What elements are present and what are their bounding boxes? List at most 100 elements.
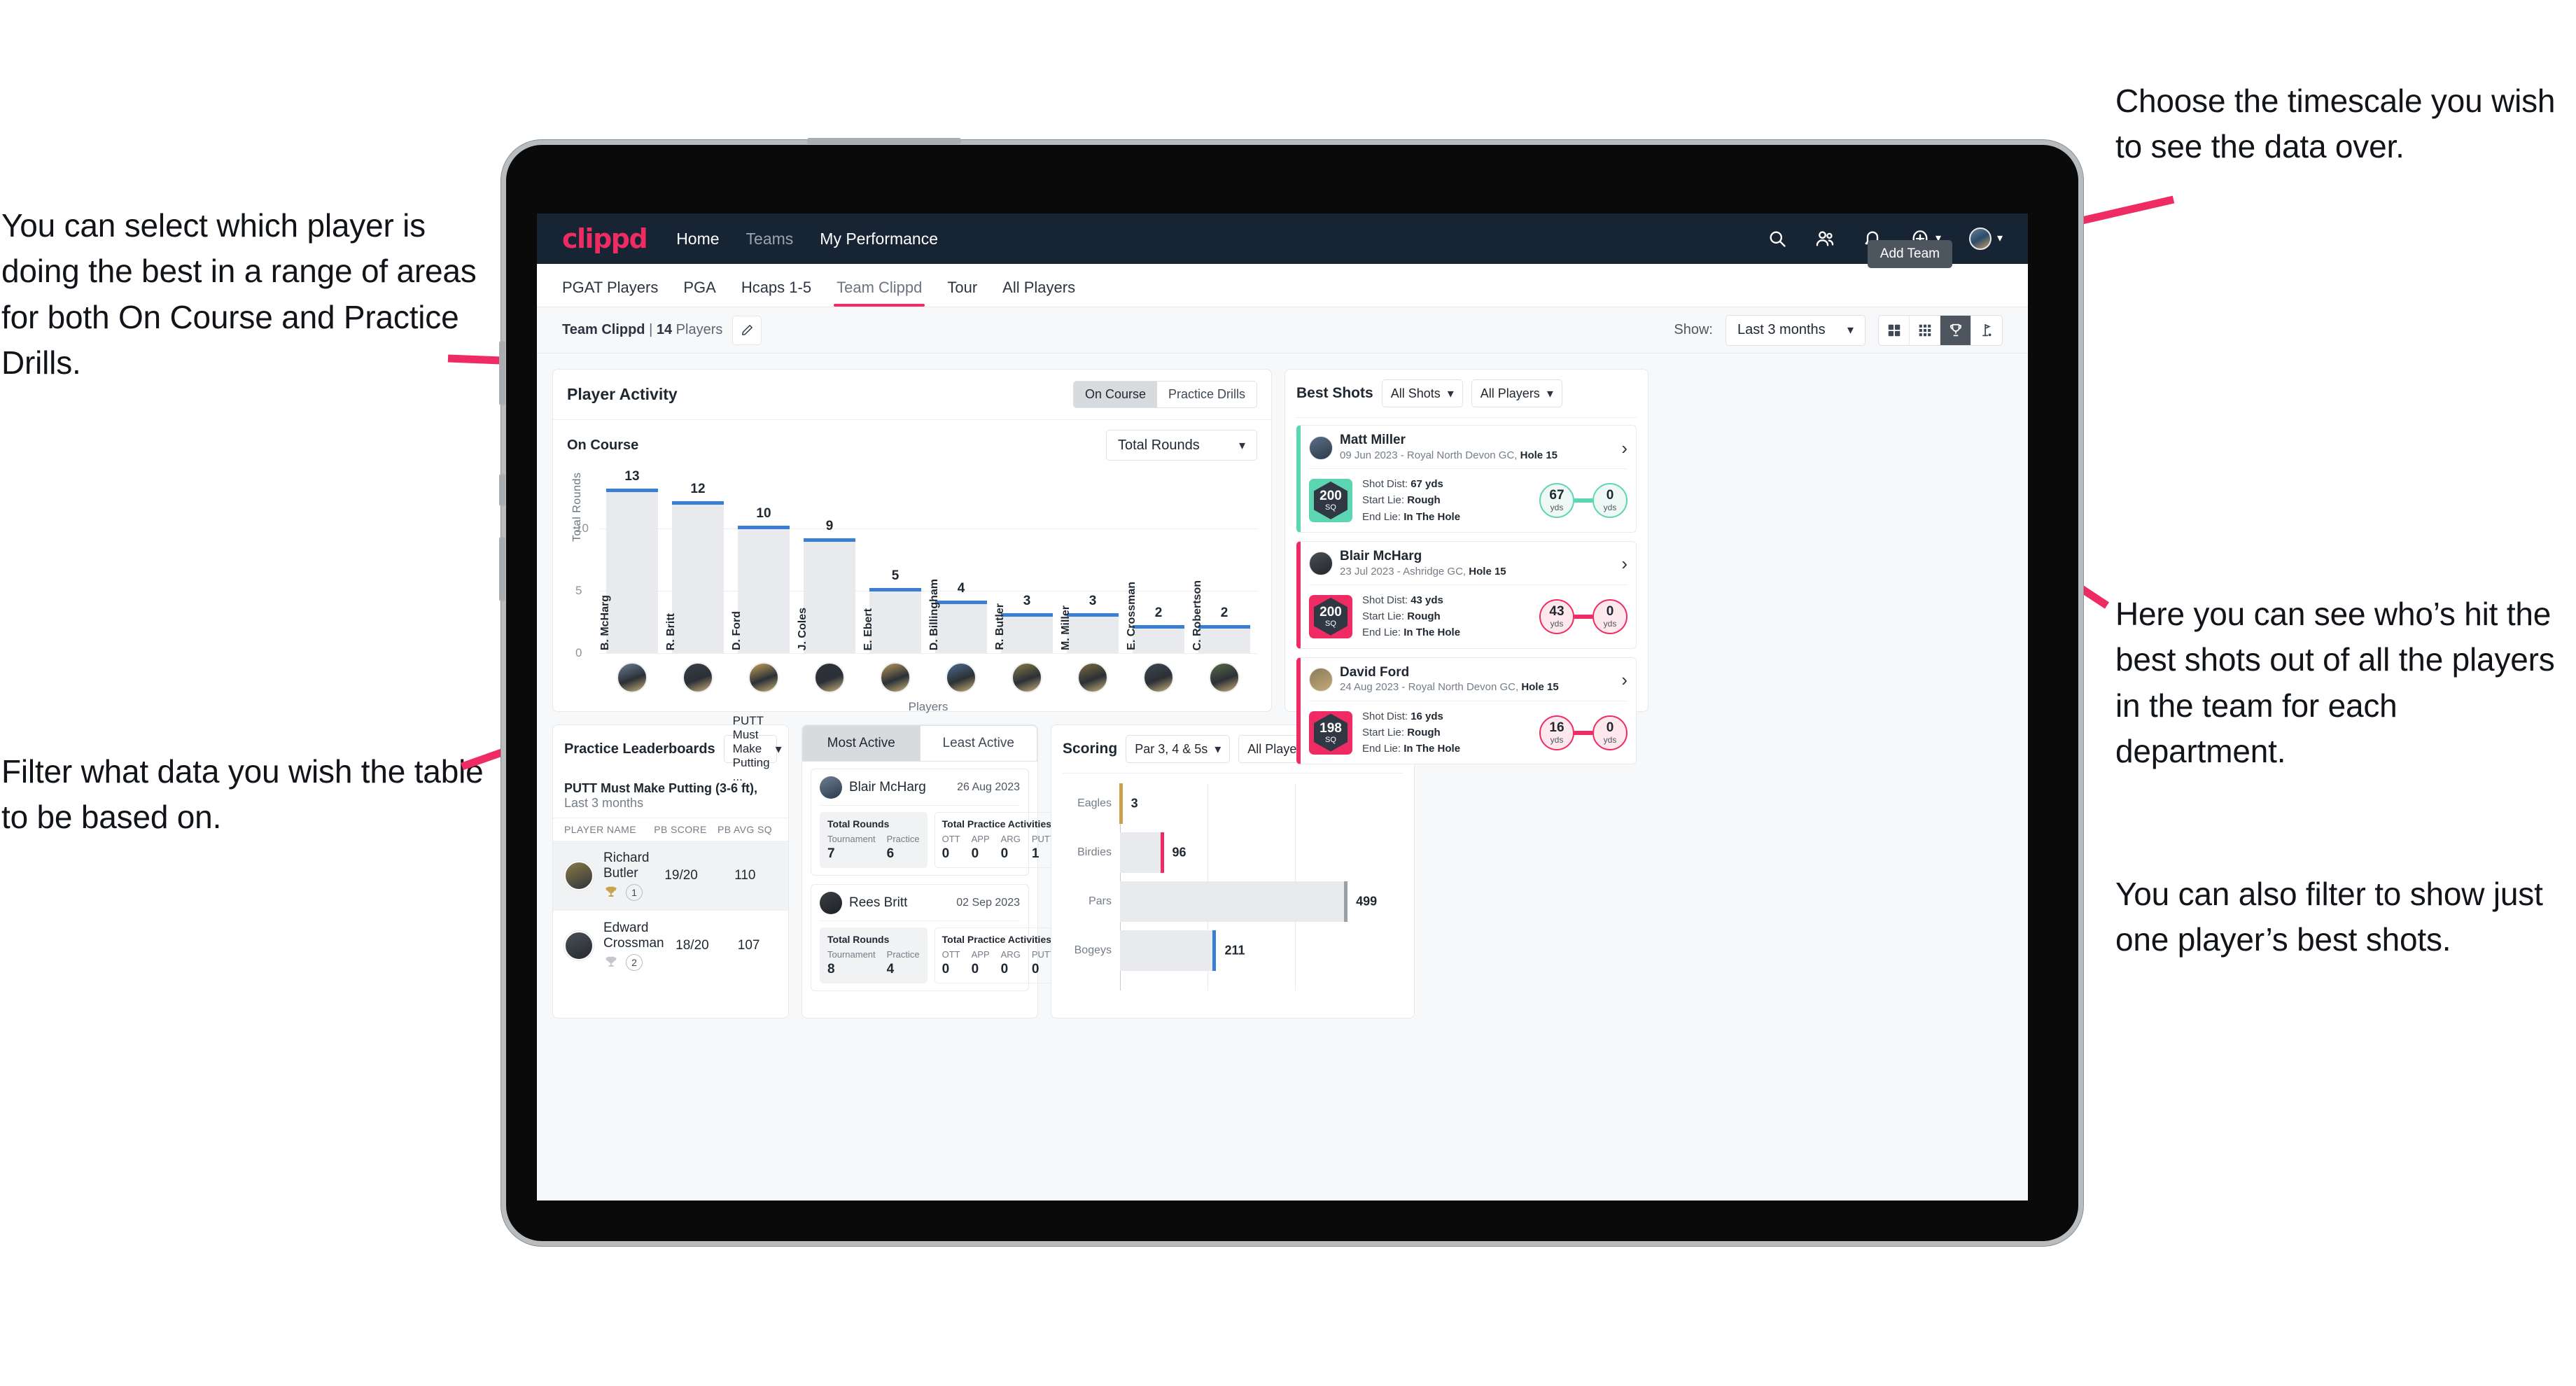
tab-team-clippd[interactable]: Team Clippd	[824, 279, 934, 307]
metric-select[interactable]: Total Rounds ▾	[1106, 430, 1257, 461]
distance-from-value: 43	[1549, 604, 1564, 620]
chevron-right-icon[interactable]: ›	[1621, 439, 1628, 457]
list-item[interactable]: Rees Britt 02 Sep 2023 Total Rounds Tournam…	[811, 884, 1063, 991]
scoring-category-label: Bogeys	[1074, 944, 1112, 956]
tab-pga[interactable]: PGA	[671, 279, 728, 307]
avatar-cell	[1060, 662, 1126, 693]
distance-to: 0 yds	[1592, 598, 1628, 634]
grid-large-icon	[1888, 324, 1900, 336]
scoring-track: 3	[1119, 783, 1403, 824]
player-avatar[interactable]	[564, 931, 594, 960]
activity-item-header: Rees Britt 02 Sep 2023	[820, 892, 1020, 914]
shot-quality-value: 200	[1320, 604, 1342, 620]
best-shots-player-filter[interactable]: All Players ▾	[1471, 379, 1562, 407]
tab-all-players[interactable]: All Players	[990, 279, 1088, 307]
bar-column[interactable]: 9 J. Coles	[797, 479, 862, 653]
tab-least-active[interactable]: Least Active	[919, 725, 1037, 762]
table-row[interactable]: Richard Butler 1 19/20 110	[553, 841, 788, 911]
scoring-value: 3	[1130, 796, 1138, 811]
stat-value: 7	[827, 846, 835, 861]
practice-activities-title: Total Practice Activities	[941, 934, 1052, 945]
bar-column[interactable]: 3 R. Butler	[994, 479, 1060, 653]
stat-key: APP	[971, 834, 990, 844]
table-row[interactable]: Edward Crossman 2 18/20 107	[553, 911, 788, 981]
best-shot-item[interactable]: David Ford 24 Aug 2023 - Royal North Devo…	[1296, 657, 1637, 765]
scoring-par-filter[interactable]: Par 3, 4 & 5s ▾	[1126, 735, 1231, 763]
best-shot-item[interactable]: Matt Miller 09 Jun 2023 - Royal North Dev…	[1296, 425, 1637, 533]
tab-pgat-players[interactable]: PGAT Players	[562, 279, 671, 307]
player-avatar[interactable]	[617, 662, 648, 693]
player-avatar[interactable]	[1011, 662, 1042, 693]
flag-view-button[interactable]	[1971, 316, 2002, 345]
player-avatar[interactable]	[820, 892, 842, 914]
player-avatar[interactable]	[814, 662, 845, 693]
distance-to-value: 0	[1606, 488, 1614, 503]
nav-link-my-performance[interactable]: My Performance	[820, 230, 938, 248]
scoring-row[interactable]: Pars 499	[1063, 881, 1403, 922]
best-shot-item[interactable]: Blair McHarg 23 Jul 2023 - Ashridge GC, H…	[1296, 540, 1637, 649]
bar-value: 12	[690, 481, 706, 496]
best-shots-shot-filter[interactable]: All Shots ▾	[1381, 379, 1463, 407]
distance-from-value: 67	[1549, 488, 1564, 503]
timescale-select[interactable]: Last 3 months ▾	[1726, 314, 1865, 346]
edit-team-button[interactable]	[732, 315, 762, 345]
bar-column[interactable]: 3 M. Miller	[1060, 479, 1126, 653]
bar-column[interactable]: 4 D. Billingham	[928, 479, 994, 653]
trophy-view-button[interactable]	[1940, 315, 1971, 345]
player-avatar[interactable]	[1309, 435, 1333, 460]
avatar[interactable]	[1968, 227, 1991, 250]
bar-column[interactable]: 2 E. Crossman	[1126, 479, 1191, 653]
bar-column[interactable]: 12 R. Britt	[665, 479, 731, 653]
scoring-row[interactable]: Birdies 96	[1063, 832, 1403, 873]
distance-from-unit: yds	[1550, 735, 1564, 746]
scoring-track: 499	[1120, 881, 1403, 922]
y-tick-0: 0	[575, 646, 582, 659]
grid-small-icon	[1919, 324, 1931, 336]
player-avatar[interactable]	[748, 662, 779, 693]
tab-hcaps-1-5[interactable]: Hcaps 1-5	[729, 279, 824, 307]
nav-link-teams[interactable]: Teams	[746, 230, 794, 248]
bar-column[interactable]: 13 B. McHarg	[599, 469, 665, 653]
annotation-right-top: Choose the timescale you wish to see the…	[2115, 83, 2556, 165]
tab-tour[interactable]: Tour	[934, 279, 990, 307]
shot-distance-line: Shot Dist: 43 yds	[1362, 594, 1443, 606]
grid-large-view-button[interactable]	[1879, 315, 1910, 345]
profile-menu[interactable]: ▾	[1968, 227, 2003, 250]
drill-name: PUTT Must Make Putting (3-6 ft),	[564, 781, 757, 795]
player-avatar[interactable]	[1309, 668, 1333, 692]
player-avatar[interactable]	[946, 662, 976, 693]
search-icon[interactable]	[1768, 229, 1787, 248]
activity-tabs: Most Active Least Active	[802, 725, 1037, 762]
clippd-logo[interactable]: clippd	[562, 223, 648, 254]
bar-column[interactable]: 2 C. Robertson	[1191, 479, 1257, 653]
tab-most-active[interactable]: Most Active	[802, 725, 920, 762]
segment-practice-drills[interactable]: Practice Drills	[1157, 382, 1256, 407]
list-item[interactable]: Blair McHarg 26 Aug 2023 Total Rounds Tourn…	[811, 769, 1063, 876]
chevron-right-icon[interactable]: ›	[1621, 671, 1628, 689]
player-avatar[interactable]	[682, 662, 713, 693]
drill-select[interactable]: PUTT Must Make Putting ... ▾	[723, 714, 782, 783]
team-tabs: PGAT Players PGA Hcaps 1-5 Team Clippd T…	[537, 240, 2028, 307]
player-avatar[interactable]	[880, 662, 911, 693]
player-avatar[interactable]	[564, 861, 594, 890]
bar-column[interactable]: 5 E. Ebert	[862, 479, 928, 653]
bar-column[interactable]: 10 D. Ford	[731, 479, 797, 653]
bar-value: 10	[756, 506, 771, 522]
player-avatar[interactable]	[1209, 662, 1240, 693]
player-avatar[interactable]	[1143, 662, 1174, 693]
nav-link-home[interactable]: Home	[676, 230, 719, 248]
bar	[738, 526, 790, 653]
player-avatar[interactable]	[820, 776, 842, 799]
people-icon[interactable]	[1815, 229, 1835, 248]
player-avatar[interactable]	[1077, 662, 1108, 693]
segment-on-course[interactable]: On Course	[1073, 382, 1157, 407]
scoring-row[interactable]: Eagles 3	[1063, 783, 1403, 824]
best-shot-stats: Shot Dist: 43 yds Start Lie: Rough End Lie…	[1362, 592, 1460, 641]
scoring-bar	[1120, 832, 1164, 873]
player-avatar[interactable]	[1309, 552, 1333, 576]
grid-small-view-button[interactable]	[1910, 315, 1940, 345]
chevron-right-icon[interactable]: ›	[1621, 554, 1628, 573]
scoring-row[interactable]: Bogeys 211	[1063, 930, 1403, 971]
shot-quality-badge: 200 SQ	[1309, 478, 1352, 522]
device-side-button-2	[499, 474, 505, 506]
